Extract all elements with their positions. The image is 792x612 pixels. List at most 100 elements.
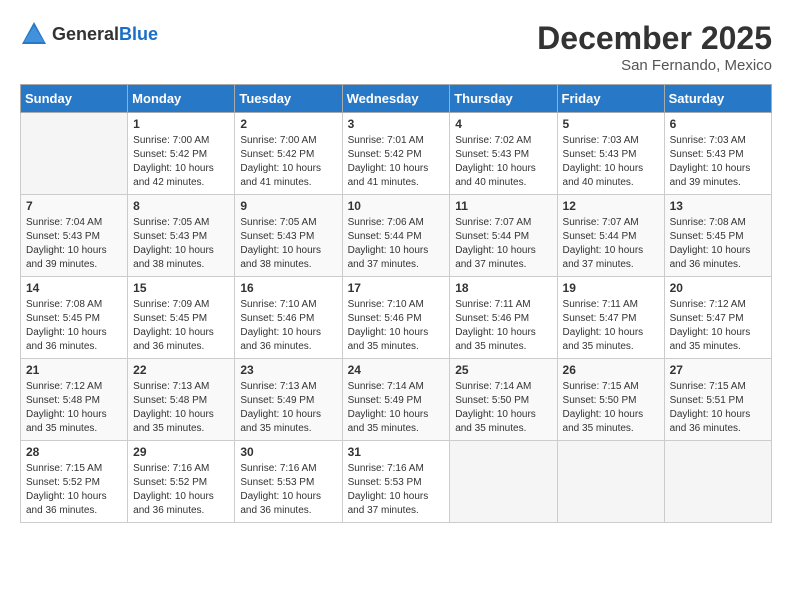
weekday-header-saturday: Saturday bbox=[664, 85, 771, 113]
calendar-cell: 24 Sunrise: 7:14 AMSunset: 5:49 PMDayligh… bbox=[342, 359, 450, 441]
weekday-header-wednesday: Wednesday bbox=[342, 85, 450, 113]
logo-icon bbox=[20, 20, 48, 48]
day-detail: Sunrise: 7:01 AMSunset: 5:42 PMDaylight:… bbox=[348, 134, 445, 190]
logo-general: General bbox=[52, 24, 119, 44]
calendar: SundayMondayTuesdayWednesdayThursdayFrid… bbox=[20, 84, 772, 523]
calendar-cell: 29 Sunrise: 7:16 AMSunset: 5:52 PMDayligh… bbox=[128, 441, 235, 523]
day-number: 8 bbox=[133, 199, 229, 213]
day-detail: Sunrise: 7:08 AMSunset: 5:45 PMDaylight:… bbox=[670, 216, 766, 272]
page-header: GeneralBlue December 2025 San Fernando, … bbox=[20, 20, 772, 74]
calendar-header-row: SundayMondayTuesdayWednesdayThursdayFrid… bbox=[21, 85, 772, 113]
day-number: 20 bbox=[670, 281, 766, 295]
day-number: 16 bbox=[240, 281, 336, 295]
day-number: 10 bbox=[348, 199, 445, 213]
weekday-header-sunday: Sunday bbox=[21, 85, 128, 113]
calendar-cell: 7 Sunrise: 7:04 AMSunset: 5:43 PMDaylight… bbox=[21, 195, 128, 277]
day-number: 21 bbox=[26, 363, 122, 377]
day-detail: Sunrise: 7:10 AMSunset: 5:46 PMDaylight:… bbox=[240, 298, 336, 354]
title-area: December 2025 San Fernando, Mexico bbox=[537, 20, 772, 74]
day-number: 25 bbox=[455, 363, 551, 377]
day-number: 1 bbox=[133, 117, 229, 131]
calendar-week-row: 21Sunrise: 7:12 AMSunset: 5:48 PMDayligh… bbox=[21, 359, 772, 441]
calendar-cell: 25Sunrise: 7:14 AMSunset: 5:50 PMDayligh… bbox=[450, 359, 557, 441]
day-number: 4 bbox=[455, 117, 551, 131]
day-number: 17 bbox=[348, 281, 445, 295]
calendar-cell: 2Sunrise: 7:00 AMSunset: 5:42 PMDaylight… bbox=[235, 113, 342, 195]
calendar-cell: 1Sunrise: 7:00 AMSunset: 5:42 PMDaylight… bbox=[128, 113, 235, 195]
day-number: 14 bbox=[26, 281, 122, 295]
calendar-cell: 10 Sunrise: 7:06 AMSunset: 5:44 PMDayligh… bbox=[342, 195, 450, 277]
weekday-header-tuesday: Tuesday bbox=[235, 85, 342, 113]
day-number: 19 bbox=[563, 281, 659, 295]
calendar-cell: 4 Sunrise: 7:02 AMSunset: 5:43 PMDaylight… bbox=[450, 113, 557, 195]
calendar-cell: 9 Sunrise: 7:05 AMSunset: 5:43 PMDaylight… bbox=[235, 195, 342, 277]
day-number: 24 bbox=[348, 363, 445, 377]
day-detail: Sunrise: 7:02 AMSunset: 5:43 PMDaylight:… bbox=[455, 134, 551, 190]
calendar-cell: 31 Sunrise: 7:16 AMSunset: 5:53 PMDayligh… bbox=[342, 441, 450, 523]
day-detail: Sunrise: 7:08 AMSunset: 5:45 PMDaylight:… bbox=[26, 298, 122, 354]
day-detail: Sunrise: 7:04 AMSunset: 5:43 PMDaylight:… bbox=[26, 216, 122, 272]
day-detail: Sunrise: 7:09 AMSunset: 5:45 PMDaylight:… bbox=[133, 298, 229, 354]
day-detail: Sunrise: 7:14 AMSunset: 5:49 PMDaylight:… bbox=[348, 380, 445, 436]
day-detail: Sunrise: 7:07 AMSunset: 5:44 PMDaylight:… bbox=[455, 216, 551, 272]
day-detail: Sunrise: 7:03 AMSunset: 5:43 PMDaylight:… bbox=[670, 134, 766, 190]
day-number: 5 bbox=[563, 117, 659, 131]
calendar-cell: 8 Sunrise: 7:05 AMSunset: 5:43 PMDaylight… bbox=[128, 195, 235, 277]
day-number: 9 bbox=[240, 199, 336, 213]
day-detail: Sunrise: 7:05 AMSunset: 5:43 PMDaylight:… bbox=[133, 216, 229, 272]
day-number: 3 bbox=[348, 117, 445, 131]
calendar-cell bbox=[664, 441, 771, 523]
day-number: 6 bbox=[670, 117, 766, 131]
day-detail: Sunrise: 7:11 AMSunset: 5:47 PMDaylight:… bbox=[563, 298, 659, 354]
calendar-cell: 11 Sunrise: 7:07 AMSunset: 5:44 PMDayligh… bbox=[450, 195, 557, 277]
calendar-week-row: 1Sunrise: 7:00 AMSunset: 5:42 PMDaylight… bbox=[21, 113, 772, 195]
day-detail: Sunrise: 7:13 AMSunset: 5:48 PMDaylight:… bbox=[133, 380, 229, 436]
calendar-cell: 12 Sunrise: 7:07 AMSunset: 5:44 PMDayligh… bbox=[557, 195, 664, 277]
day-detail: Sunrise: 7:11 AMSunset: 5:46 PMDaylight:… bbox=[455, 298, 551, 354]
day-number: 30 bbox=[240, 445, 336, 459]
calendar-cell: 18 Sunrise: 7:11 AMSunset: 5:46 PMDayligh… bbox=[450, 277, 557, 359]
calendar-cell: 16 Sunrise: 7:10 AMSunset: 5:46 PMDayligh… bbox=[235, 277, 342, 359]
day-detail: Sunrise: 7:03 AMSunset: 5:43 PMDaylight:… bbox=[563, 134, 659, 190]
day-number: 11 bbox=[455, 199, 551, 213]
calendar-cell: 13 Sunrise: 7:08 AMSunset: 5:45 PMDayligh… bbox=[664, 195, 771, 277]
weekday-header-monday: Monday bbox=[128, 85, 235, 113]
day-number: 29 bbox=[133, 445, 229, 459]
calendar-cell: 22Sunrise: 7:13 AMSunset: 5:48 PMDayligh… bbox=[128, 359, 235, 441]
calendar-cell: 23Sunrise: 7:13 AMSunset: 5:49 PMDayligh… bbox=[235, 359, 342, 441]
day-number: 18 bbox=[455, 281, 551, 295]
day-number: 26 bbox=[563, 363, 659, 377]
day-detail: Sunrise: 7:07 AMSunset: 5:44 PMDaylight:… bbox=[563, 216, 659, 272]
day-detail: Sunrise: 7:15 AMSunset: 5:52 PMDaylight:… bbox=[26, 462, 122, 518]
day-detail: Sunrise: 7:05 AMSunset: 5:43 PMDaylight:… bbox=[240, 216, 336, 272]
calendar-cell bbox=[21, 113, 128, 195]
day-number: 28 bbox=[26, 445, 122, 459]
calendar-cell: 19 Sunrise: 7:11 AMSunset: 5:47 PMDayligh… bbox=[557, 277, 664, 359]
weekday-header-friday: Friday bbox=[557, 85, 664, 113]
calendar-cell: 17Sunrise: 7:10 AMSunset: 5:46 PMDayligh… bbox=[342, 277, 450, 359]
day-detail: Sunrise: 7:16 AMSunset: 5:53 PMDaylight:… bbox=[348, 462, 445, 518]
day-number: 7 bbox=[26, 199, 122, 213]
calendar-cell: 6 Sunrise: 7:03 AMSunset: 5:43 PMDaylight… bbox=[664, 113, 771, 195]
day-detail: Sunrise: 7:16 AMSunset: 5:52 PMDaylight:… bbox=[133, 462, 229, 518]
weekday-header-thursday: Thursday bbox=[450, 85, 557, 113]
day-detail: Sunrise: 7:15 AMSunset: 5:50 PMDaylight:… bbox=[563, 380, 659, 436]
calendar-cell: 28 Sunrise: 7:15 AMSunset: 5:52 PMDayligh… bbox=[21, 441, 128, 523]
location: San Fernando, Mexico bbox=[537, 57, 772, 74]
logo: GeneralBlue bbox=[20, 20, 158, 48]
calendar-cell: 30Sunrise: 7:16 AMSunset: 5:53 PMDayligh… bbox=[235, 441, 342, 523]
day-number: 12 bbox=[563, 199, 659, 213]
calendar-cell: 27Sunrise: 7:15 AMSunset: 5:51 PMDayligh… bbox=[664, 359, 771, 441]
day-detail: Sunrise: 7:13 AMSunset: 5:49 PMDaylight:… bbox=[240, 380, 336, 436]
calendar-cell: 26 Sunrise: 7:15 AMSunset: 5:50 PMDayligh… bbox=[557, 359, 664, 441]
day-number: 27 bbox=[670, 363, 766, 377]
calendar-week-row: 7 Sunrise: 7:04 AMSunset: 5:43 PMDaylight… bbox=[21, 195, 772, 277]
day-detail: Sunrise: 7:06 AMSunset: 5:44 PMDaylight:… bbox=[348, 216, 445, 272]
day-number: 31 bbox=[348, 445, 445, 459]
calendar-cell: 15Sunrise: 7:09 AMSunset: 5:45 PMDayligh… bbox=[128, 277, 235, 359]
logo-blue: Blue bbox=[119, 24, 158, 44]
calendar-cell: 3 Sunrise: 7:01 AMSunset: 5:42 PMDaylight… bbox=[342, 113, 450, 195]
day-number: 13 bbox=[670, 199, 766, 213]
calendar-cell: 21Sunrise: 7:12 AMSunset: 5:48 PMDayligh… bbox=[21, 359, 128, 441]
day-number: 2 bbox=[240, 117, 336, 131]
